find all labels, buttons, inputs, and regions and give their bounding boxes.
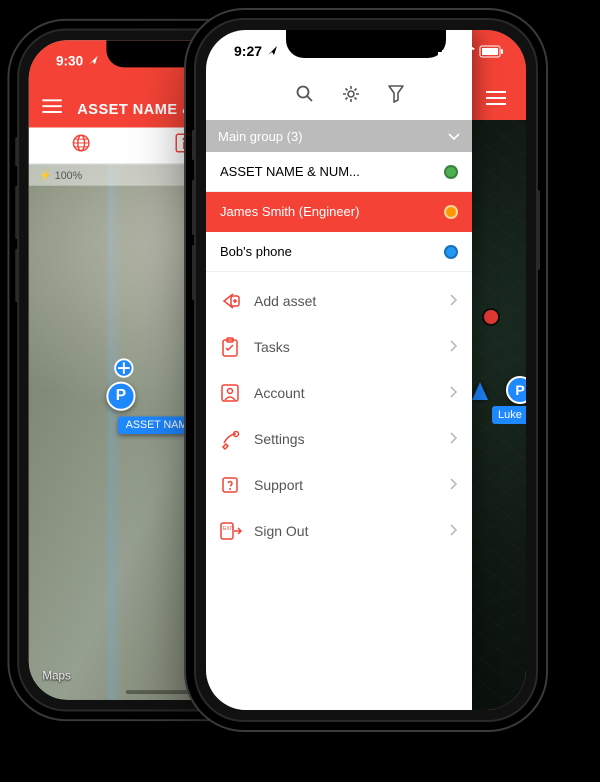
filter-button[interactable] [388,85,404,108]
location-arrow-icon [89,56,99,66]
menu-item-label: Account [254,385,450,401]
status-dot [444,165,458,179]
menu-button[interactable] [486,91,506,110]
menu-item-account[interactable]: Account [206,370,472,416]
asset-row[interactable]: James Smith (Engineer) [206,192,472,232]
menu-item-label: Tasks [254,339,450,355]
asset-name: Bob's phone [220,244,444,259]
hamburger-icon [486,91,506,105]
home-indicator[interactable] [306,700,426,704]
menu-item-tasks[interactable]: Tasks [206,324,472,370]
menu-item-sign-out[interactable]: EXIT Sign Out [206,508,472,554]
parking-pin[interactable]: P [106,382,135,411]
status-right [438,46,504,57]
chevron-right-icon [450,385,458,401]
filter-icon [388,85,404,103]
svg-text:EXIT: EXIT [223,526,234,532]
signout-icon: EXIT [220,522,254,540]
status-dot [444,205,458,219]
map-marker-red[interactable] [484,310,498,324]
drawer-toolbar [206,72,472,120]
tab-info[interactable] [175,133,192,157]
group-label: Main group (3) [218,129,303,144]
info-left: ⚡ 100% [38,169,82,182]
chevron-right-icon [450,339,458,355]
menu-item-label: Add asset [254,293,450,309]
wifi-icon [459,46,475,57]
asset-name: ASSET NAME & NUM... [220,164,444,179]
status-dot [444,245,458,259]
phone-front: P Luke I 9:27 [196,20,536,720]
map-parking-pin[interactable]: P [506,376,526,404]
menu-list: Add asset Tasks Account Settings Support EXIT… [206,272,472,554]
asset-name: James Smith (Engineer) [220,204,444,219]
tab-globe[interactable] [71,133,90,157]
menu-item-label: Support [254,477,450,493]
chevron-down-icon [448,129,460,144]
map-pin-label[interactable]: Luke I [492,406,526,424]
asset-list: ASSET NAME & NUM... James Smith (Engineer… [206,152,472,272]
header-title: ASSET NAME & N [77,101,208,117]
pin-label[interactable]: ASSET NAM [118,417,195,434]
asset-row[interactable]: Bob's phone [206,232,472,272]
map-arrow-icon [472,382,488,400]
signal-icon [438,46,454,56]
account-icon [220,383,254,403]
tasks-icon [220,337,254,357]
settings-gear-button[interactable] [342,85,360,108]
side-drawer: Main group (3) ASSET NAME & NUM... James … [206,30,472,710]
group-header[interactable]: Main group (3) [206,120,472,152]
battery-icon [480,46,504,57]
asset-row[interactable]: ASSET NAME & NUM... [206,152,472,192]
screen-front: P Luke I 9:27 [206,30,526,710]
chevron-right-icon [450,523,458,539]
settings-icon [220,429,254,449]
menu-item-label: Settings [254,431,450,447]
menu-item-settings[interactable]: Settings [206,416,472,462]
globe-icon [71,133,90,152]
search-button[interactable] [296,85,314,108]
target-icon [114,358,133,377]
add-icon [220,291,254,311]
info-icon [175,133,192,152]
menu-item-add-asset[interactable]: Add asset [206,278,472,324]
chevron-right-icon [450,477,458,493]
status-time: 9:27 [234,43,278,59]
chevron-right-icon [450,293,458,309]
support-icon [220,475,254,495]
location-arrow-icon [268,46,278,56]
map-attribution: Maps [42,669,70,683]
menu-button[interactable] [42,99,61,117]
status-time: 9:30 [56,53,99,69]
gear-icon [342,85,360,103]
search-icon [296,85,314,103]
menu-item-support[interactable]: Support [206,462,472,508]
chevron-right-icon [450,431,458,447]
menu-item-label: Sign Out [254,523,450,539]
hamburger-icon [42,99,61,113]
status-bar: 9:27 [206,30,526,72]
